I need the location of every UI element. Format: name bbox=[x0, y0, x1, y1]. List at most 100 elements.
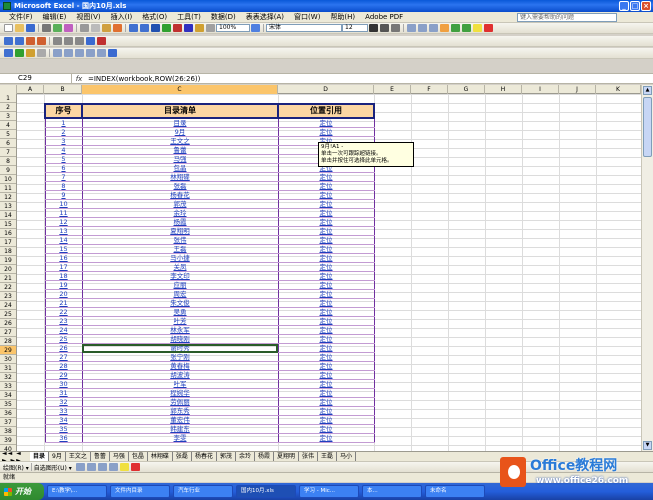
locate-link-cell[interactable]: 定位 bbox=[278, 235, 375, 245]
shape-icon[interactable] bbox=[53, 49, 62, 57]
sheet-link-cell[interactable]: 李文印 bbox=[82, 271, 279, 281]
row-header[interactable]: 34 bbox=[0, 391, 16, 400]
row-number-cell[interactable]: 32 bbox=[44, 397, 83, 407]
function-icon[interactable]: fx bbox=[72, 75, 86, 83]
row-header[interactable]: 35 bbox=[0, 400, 16, 409]
menu-data[interactable]: 数据(D) bbox=[206, 12, 241, 22]
column-header-g[interactable]: G bbox=[448, 85, 485, 94]
row-header[interactable]: 29 bbox=[0, 346, 16, 355]
format-painter-icon[interactable] bbox=[113, 24, 122, 32]
taskbar-item[interactable]: 未命名 bbox=[425, 485, 485, 498]
start-button[interactable]: 开始 bbox=[0, 483, 44, 500]
locate-link-cell[interactable]: 定位 bbox=[278, 325, 375, 335]
row-header[interactable]: 18 bbox=[0, 247, 16, 256]
row-number-cell[interactable]: 35 bbox=[44, 424, 83, 434]
scroll-down-icon[interactable]: ▼ bbox=[643, 441, 652, 450]
sheet-link-cell[interactable]: 胡晓刚 bbox=[82, 334, 279, 344]
align-left-icon[interactable] bbox=[407, 24, 416, 32]
column-header-f[interactable]: F bbox=[411, 85, 448, 94]
locate-link-cell[interactable]: 定位 bbox=[278, 370, 375, 380]
row-header[interactable]: 10 bbox=[0, 175, 16, 184]
sheet-link-cell[interactable]: 张宁刚 bbox=[82, 352, 279, 362]
locate-link-cell[interactable]: 定位 bbox=[278, 397, 375, 407]
sheet-link-cell[interactable]: 周宏 bbox=[82, 289, 279, 299]
italic-icon[interactable] bbox=[380, 24, 389, 32]
cut-icon[interactable] bbox=[80, 24, 89, 32]
taskbar-item[interactable]: 学习 - Mic... bbox=[299, 485, 359, 498]
sheet-link-cell[interactable]: 郭东秀 bbox=[82, 406, 279, 416]
sheet-link-cell[interactable]: 马强 bbox=[82, 154, 279, 164]
locate-link-cell[interactable]: 定位 bbox=[278, 208, 375, 218]
sheet-link-cell[interactable]: 张磊 bbox=[82, 181, 279, 191]
locate-link-cell[interactable]: 定位 bbox=[278, 316, 375, 326]
name-box[interactable]: C29 bbox=[0, 74, 72, 83]
open-icon[interactable] bbox=[15, 24, 24, 32]
percent-icon[interactable] bbox=[462, 24, 471, 32]
arrow-tool-icon[interactable] bbox=[86, 463, 96, 471]
menu-adobe-pdf[interactable]: Adobe PDF bbox=[360, 13, 408, 21]
sheet-link-cell[interactable]: 应丽 bbox=[82, 280, 279, 290]
row-number-cell[interactable]: 26 bbox=[44, 343, 83, 353]
row-number-cell[interactable]: 24 bbox=[44, 325, 83, 335]
sheet-link-cell[interactable]: 目录 bbox=[82, 118, 279, 128]
arrow-icon[interactable] bbox=[75, 49, 84, 57]
line-tool-icon[interactable] bbox=[75, 463, 85, 471]
select-all-corner[interactable] bbox=[0, 85, 17, 94]
row-number-cell[interactable]: 7 bbox=[44, 172, 83, 182]
row-number-cell[interactable]: 1 bbox=[44, 118, 83, 128]
sheet-tab[interactable]: 夏翔明 bbox=[274, 452, 300, 461]
locate-link-cell[interactable]: 定位 bbox=[278, 298, 375, 308]
sheet-link-cell[interactable]: 杨霞 bbox=[82, 217, 279, 227]
locate-link-cell[interactable]: 定位 bbox=[278, 118, 375, 128]
locate-link-cell[interactable]: 定位 bbox=[278, 289, 375, 299]
sheet-tab[interactable]: 余玲 bbox=[235, 452, 255, 461]
row-header[interactable]: 31 bbox=[0, 364, 16, 373]
group-icon[interactable] bbox=[26, 49, 35, 57]
sheet-tab[interactable]: 杨春花 bbox=[191, 452, 217, 461]
row-number-cell[interactable]: 33 bbox=[44, 406, 83, 416]
row-number-cell[interactable]: 14 bbox=[44, 235, 83, 245]
line-icon[interactable] bbox=[64, 49, 73, 57]
column-header-d[interactable]: D bbox=[278, 85, 374, 94]
select-icon[interactable] bbox=[37, 49, 46, 57]
taskbar-item[interactable]: 文件内目录 bbox=[110, 485, 170, 498]
locate-link-cell[interactable]: 定位 bbox=[278, 244, 375, 254]
row-header[interactable]: 39 bbox=[0, 436, 16, 445]
row-number-cell[interactable]: 22 bbox=[44, 307, 83, 317]
row-number-cell[interactable]: 6 bbox=[44, 163, 83, 173]
locate-link-cell[interactable]: 定位 bbox=[278, 262, 375, 272]
locate-link-cell[interactable]: 定位 bbox=[278, 127, 375, 137]
locate-link-cell[interactable]: 定位 bbox=[278, 424, 375, 434]
print-icon[interactable] bbox=[42, 24, 51, 32]
row-header[interactable]: 13 bbox=[0, 202, 16, 211]
taskbar-item[interactable]: 汽车行业 bbox=[173, 485, 233, 498]
row-number-cell[interactable]: 20 bbox=[44, 289, 83, 299]
row-header[interactable]: 30 bbox=[0, 355, 16, 364]
redo-icon[interactable] bbox=[140, 24, 149, 32]
row-header[interactable]: 8 bbox=[0, 157, 16, 166]
row-header[interactable]: 19 bbox=[0, 256, 16, 265]
sheet-tab[interactable]: 鲁蕾 bbox=[90, 452, 110, 461]
scroll-up-icon[interactable]: ▲ bbox=[643, 86, 652, 95]
row-number-cell[interactable]: 19 bbox=[44, 280, 83, 290]
sheet-tab[interactable]: 王磊 bbox=[318, 452, 338, 461]
fill-tool-icon[interactable] bbox=[119, 463, 129, 471]
paste-icon[interactable] bbox=[102, 24, 111, 32]
locate-link-cell[interactable]: 定位 bbox=[278, 406, 375, 416]
check-icon[interactable] bbox=[15, 49, 24, 57]
sheet-tab[interactable]: 张伟 bbox=[299, 452, 319, 461]
formula-input[interactable]: =INDEX(workbook,ROW(26:26)) bbox=[86, 75, 200, 83]
row-number-cell[interactable]: 30 bbox=[44, 379, 83, 389]
row-header[interactable]: 20 bbox=[0, 265, 16, 274]
minimize-button[interactable]: _ bbox=[619, 1, 629, 11]
scroll-thumb[interactable] bbox=[643, 97, 652, 157]
sheet-tab[interactable]: 林翔碟 bbox=[147, 452, 173, 461]
row-header[interactable]: 28 bbox=[0, 337, 16, 346]
menu-insert[interactable]: 插入(I) bbox=[106, 12, 138, 22]
save-icon[interactable] bbox=[26, 24, 35, 32]
row-header[interactable]: 21 bbox=[0, 274, 16, 283]
row-header[interactable]: 23 bbox=[0, 292, 16, 301]
font-color-tool-icon[interactable] bbox=[130, 463, 140, 471]
row-number-cell[interactable]: 13 bbox=[44, 226, 83, 236]
sheet-link-cell[interactable]: 马小捷 bbox=[82, 253, 279, 263]
